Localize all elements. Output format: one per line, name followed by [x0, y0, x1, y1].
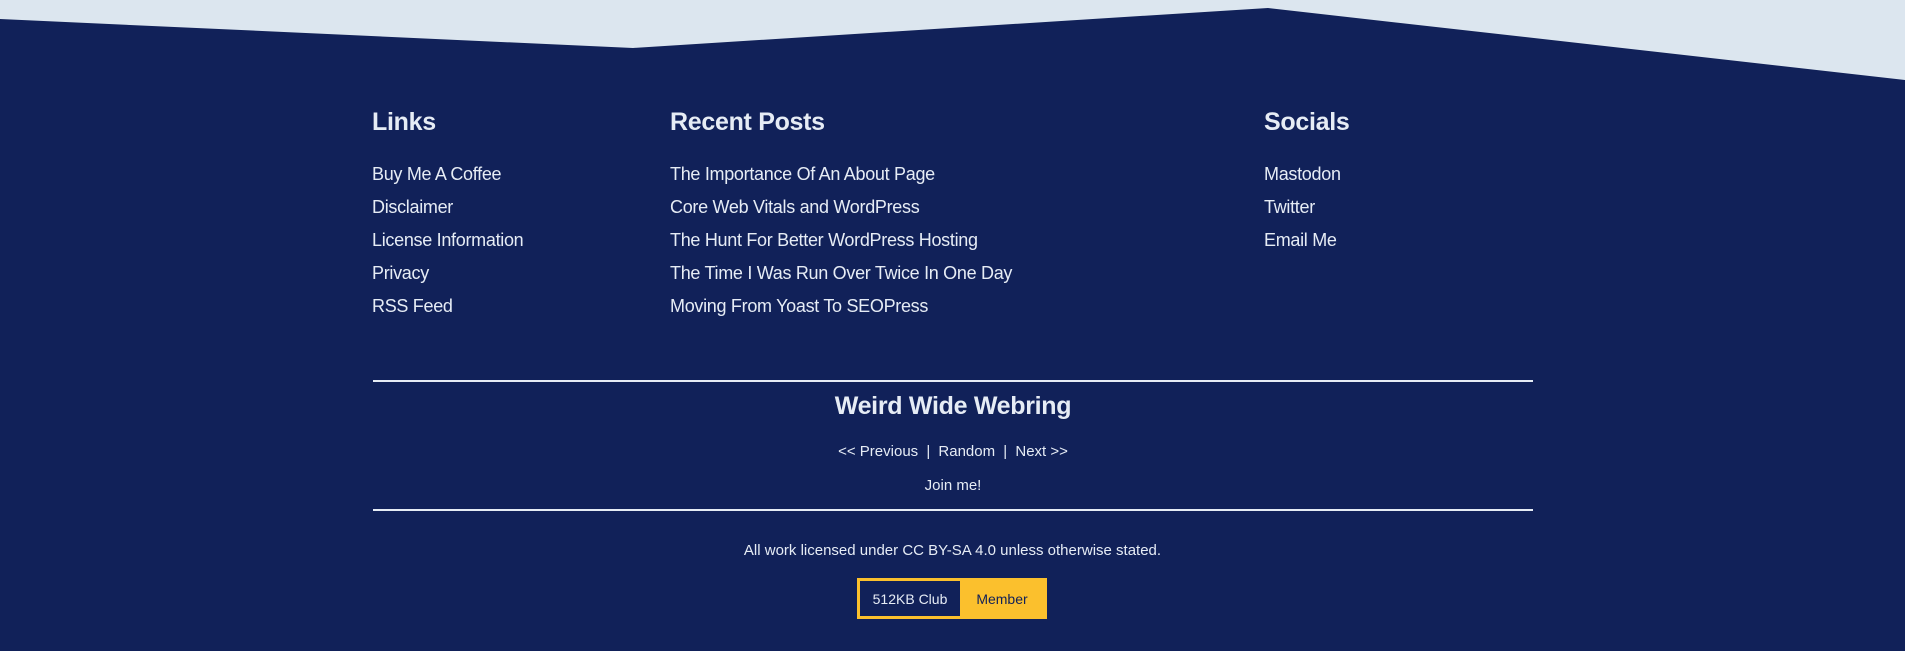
512kb-club-badge[interactable]: 512KB Club Member	[857, 578, 1047, 619]
list-item: The Hunt For Better WordPress Hosting	[670, 224, 1230, 257]
post-link[interactable]: Moving From Yoast To SEOPress	[670, 296, 928, 316]
badge-label: 512KB Club	[860, 581, 960, 616]
link-disclaimer[interactable]: Disclaimer	[372, 197, 453, 217]
link-privacy[interactable]: Privacy	[372, 263, 429, 283]
list-item: The Importance Of An About Page	[670, 158, 1230, 191]
link-license-information[interactable]: License Information	[372, 230, 524, 250]
recent-posts-column: Recent Posts The Importance Of An About …	[670, 104, 1230, 323]
list-item: License Information	[372, 224, 632, 257]
webring-separator: |	[926, 443, 931, 460]
post-link[interactable]: The Hunt For Better WordPress Hosting	[670, 230, 978, 250]
links-column: Links Buy Me A Coffee Disclaimer License…	[372, 104, 632, 323]
badge-status: Member	[960, 581, 1044, 616]
divider-bottom	[373, 509, 1533, 511]
webring-join: Join me!	[373, 476, 1533, 496]
post-link[interactable]: The Importance Of An About Page	[670, 164, 935, 184]
list-item: Buy Me A Coffee	[372, 158, 632, 191]
post-link[interactable]: The Time I Was Run Over Twice In One Day	[670, 263, 1012, 283]
links-heading: Links	[372, 108, 436, 136]
link-rss-feed[interactable]: RSS Feed	[372, 296, 453, 316]
link-email-me[interactable]: Email Me	[1264, 230, 1337, 250]
license-text: All work licensed under CC BY-SA 4.0 unl…	[743, 542, 1162, 559]
webring-next-link[interactable]: Next >>	[1015, 443, 1068, 460]
divider-top	[373, 380, 1533, 382]
list-item: Privacy	[372, 257, 632, 290]
post-link[interactable]: Core Web Vitals and WordPress	[670, 197, 920, 217]
link-twitter[interactable]: Twitter	[1264, 197, 1315, 217]
recent-posts-list: The Importance Of An About Page Core Web…	[670, 158, 1230, 323]
webring-join-link[interactable]: Join me!	[925, 477, 982, 494]
list-item: Core Web Vitals and WordPress	[670, 191, 1230, 224]
list-item: Mastodon	[1264, 158, 1524, 191]
webring-random-link[interactable]: Random	[938, 443, 995, 460]
site-footer: Links Buy Me A Coffee Disclaimer License…	[0, 0, 1905, 651]
webring-separator: |	[1003, 443, 1008, 460]
webring-previous-link[interactable]: << Previous	[838, 443, 918, 460]
webring-title: Weird Wide Webring	[834, 392, 1072, 420]
link-mastodon[interactable]: Mastodon	[1264, 164, 1341, 184]
list-item: Disclaimer	[372, 191, 632, 224]
webring-nav: << Previous | Random | Next >>	[373, 442, 1533, 462]
list-item: Moving From Yoast To SEOPress	[670, 290, 1230, 323]
socials-list: Mastodon Twitter Email Me	[1264, 158, 1524, 257]
socials-column: Socials Mastodon Twitter Email Me	[1264, 104, 1524, 257]
webring: Weird Wide Webring << Previous | Random …	[373, 392, 1533, 496]
link-buy-me-a-coffee[interactable]: Buy Me A Coffee	[372, 164, 502, 184]
recent-posts-heading: Recent Posts	[670, 108, 825, 136]
list-item: The Time I Was Run Over Twice In One Day	[670, 257, 1230, 290]
socials-heading: Socials	[1264, 108, 1350, 136]
list-item: RSS Feed	[372, 290, 632, 323]
links-list: Buy Me A Coffee Disclaimer License Infor…	[372, 158, 632, 323]
list-item: Twitter	[1264, 191, 1524, 224]
list-item: Email Me	[1264, 224, 1524, 257]
